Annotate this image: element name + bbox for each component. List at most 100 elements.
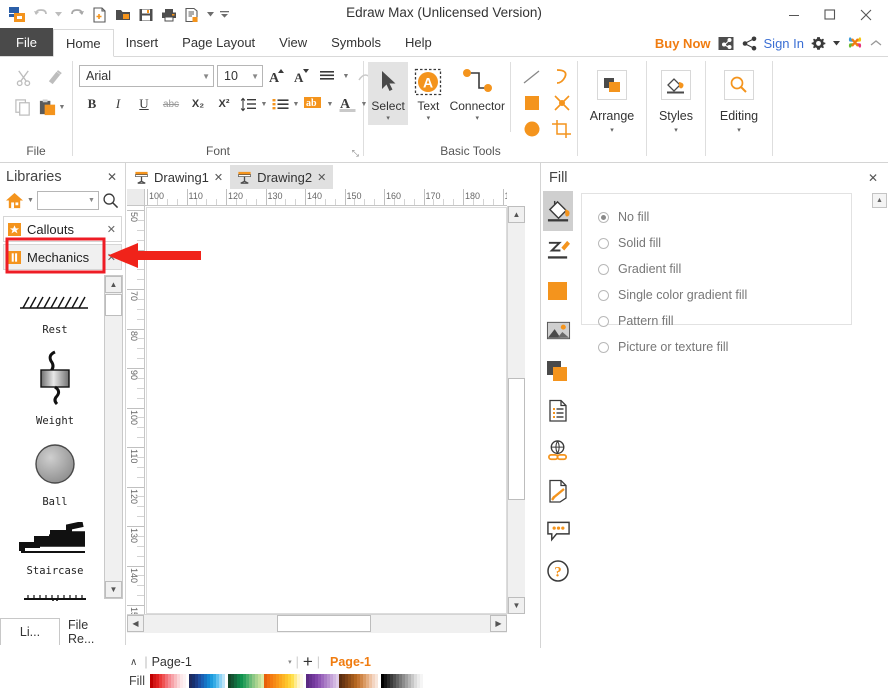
canvas-scroll-down[interactable]: ▼ <box>508 597 525 614</box>
library-shape-ball[interactable]: Ball <box>0 427 110 508</box>
fill-option-solid-fill[interactable]: Solid fill <box>598 230 851 256</box>
align-dropdown-icon[interactable]: ▼ <box>341 73 351 80</box>
libraries-close-icon[interactable]: ✕ <box>103 170 121 184</box>
arc-shape-tool[interactable] <box>547 64 577 90</box>
select-tool-arrow[interactable]: ▾ <box>386 113 390 125</box>
library-select-combo[interactable]: ▼ <box>37 191 99 210</box>
highlight-dropdown-icon[interactable]: ▼ <box>325 101 335 108</box>
redo-icon[interactable] <box>66 4 88 26</box>
canvas-horizontal-scrollbar[interactable]: ◀ ▶ <box>127 614 507 633</box>
close-button[interactable] <box>848 2 884 28</box>
fill-option-gradient-fill[interactable]: Gradient fill <box>598 256 851 282</box>
page-selector-combo[interactable]: Page-1 ▾ <box>152 655 292 669</box>
italic-button[interactable]: I <box>105 93 131 115</box>
minimize-button[interactable] <box>776 2 812 28</box>
home-dropdown-icon[interactable]: ▼ <box>27 197 34 204</box>
fill-option-picture-or-texture-fill[interactable]: Picture or texture fill <box>598 334 851 360</box>
document-tab-drawing1[interactable]: Drawing1 ✕ <box>127 165 230 189</box>
styles-button[interactable]: Styles ▾ <box>647 62 705 134</box>
canvas-scroll-left[interactable]: ◀ <box>127 615 144 632</box>
format-painter-button[interactable] <box>38 62 72 92</box>
library-scroll-up[interactable]: ▲ <box>105 276 122 293</box>
font-family-combo[interactable]: Arial ▼ <box>79 65 214 87</box>
library-scroll-down[interactable]: ▼ <box>105 581 122 598</box>
canvas-hscroll-thumb[interactable] <box>277 615 371 632</box>
undo-dropdown-icon[interactable] <box>52 4 65 26</box>
search-icon[interactable] <box>102 192 119 209</box>
share-icon[interactable] <box>742 36 757 51</box>
menu-file[interactable]: File <box>0 28 53 56</box>
superscript-button[interactable]: X² <box>211 93 237 115</box>
maximize-button[interactable] <box>812 2 848 28</box>
editing-arrow[interactable]: ▾ <box>737 126 741 134</box>
line-spacing-dropdown-icon[interactable]: ▼ <box>259 101 269 108</box>
fill-panel-scroll-up[interactable]: ▲ <box>872 193 887 208</box>
shadow-icon[interactable] <box>543 351 573 391</box>
color-swatch-strip[interactable] <box>150 674 540 688</box>
library-shape-rest[interactable]: Rest <box>0 275 110 336</box>
library-shape-weight[interactable]: Weight <box>0 336 110 427</box>
account-icon[interactable] <box>847 35 863 51</box>
radio-gradient-fill[interactable] <box>598 264 609 275</box>
text-tool-arrow[interactable]: ▾ <box>427 113 431 125</box>
horizontal-ruler[interactable]: 100110120130140150160170180190 <box>145 189 507 206</box>
drawing-canvas[interactable] <box>146 207 507 614</box>
fill-option-no-fill[interactable]: No fill <box>598 204 851 230</box>
settings-dropdown-icon[interactable] <box>833 41 840 46</box>
library-shape-staircase[interactable]: Staircase <box>0 508 110 577</box>
radio-pattern-fill[interactable] <box>598 316 609 327</box>
customize-qat-icon[interactable] <box>218 4 231 26</box>
connector-tool[interactable]: Connector ▾ <box>448 62 506 125</box>
fill-bucket-icon[interactable] <box>543 191 573 231</box>
add-page-button[interactable]: + <box>303 655 313 669</box>
print-icon[interactable] <box>158 4 180 26</box>
export-icon[interactable] <box>181 4 203 26</box>
arrange-arrow[interactable]: ▾ <box>610 126 614 134</box>
tab-file-recovery[interactable]: File Re... <box>60 618 124 645</box>
line-spacing-button[interactable] <box>237 93 259 115</box>
crop-tool[interactable] <box>547 116 577 142</box>
library-shape-frame[interactable] <box>0 577 110 601</box>
page-bar-collapse-icon[interactable]: ∧ <box>127 657 140 668</box>
text-tool[interactable]: A Text ▾ <box>408 62 448 125</box>
new-document-icon[interactable] <box>89 4 111 26</box>
grow-font-button[interactable]: A <box>266 65 288 87</box>
radio-solid-fill[interactable] <box>598 238 609 249</box>
bullets-dropdown-icon[interactable]: ▼ <box>291 101 301 108</box>
document-tab-drawing2-close[interactable]: ✕ <box>317 171 326 184</box>
radio-no-fill[interactable] <box>598 212 609 223</box>
hyperlink-icon[interactable] <box>543 431 573 471</box>
menu-tab-home[interactable]: Home <box>53 29 114 57</box>
align-button[interactable] <box>316 65 338 87</box>
vertical-ruler[interactable]: 5060708090100110120130140150 <box>127 206 145 614</box>
color-square-icon[interactable] <box>543 271 573 311</box>
buy-now-button[interactable]: Buy Now <box>655 36 711 51</box>
strikethrough-button[interactable]: abc <box>157 93 185 115</box>
copy-button[interactable] <box>8 92 38 122</box>
library-category-callouts-close[interactable]: ✕ <box>107 223 116 236</box>
select-tool[interactable]: Select ▾ <box>368 62 408 125</box>
collapse-ribbon-icon[interactable] <box>870 39 882 48</box>
highlight-button[interactable]: ab <box>301 93 325 115</box>
editing-button[interactable]: Editing ▾ <box>710 62 768 134</box>
connector-tool-arrow[interactable]: ▾ <box>476 113 480 125</box>
attachment-icon[interactable] <box>543 471 573 511</box>
picture-icon[interactable] <box>543 311 573 351</box>
radio-single-color-gradient-fill[interactable] <box>598 290 609 301</box>
line-shape-tool[interactable] <box>517 64 547 90</box>
fill-panel-scrollbar[interactable]: ▲ <box>872 193 888 648</box>
fill-panel-close-icon[interactable]: ✕ <box>864 171 882 185</box>
bold-button[interactable]: B <box>79 93 105 115</box>
rectangle-shape-tool[interactable] <box>517 90 547 116</box>
cross-shape-tool[interactable] <box>547 90 577 116</box>
font-dialog-launcher[interactable]: ⤡ <box>352 148 359 159</box>
document-tab-drawing2[interactable]: Drawing2 ✕ <box>230 165 333 189</box>
canvas-vscroll-thumb[interactable] <box>508 378 525 500</box>
document-properties-icon[interactable] <box>543 391 573 431</box>
styles-arrow[interactable]: ▾ <box>674 126 678 134</box>
canvas-scroll-right[interactable]: ▶ <box>490 615 507 632</box>
page-tab-page-1[interactable]: Page-1 <box>324 655 371 669</box>
canvas-vertical-scrollbar[interactable]: ▲ ▼ <box>507 206 525 614</box>
save-icon[interactable] <box>135 4 157 26</box>
menu-tab-insert[interactable]: Insert <box>114 28 171 56</box>
